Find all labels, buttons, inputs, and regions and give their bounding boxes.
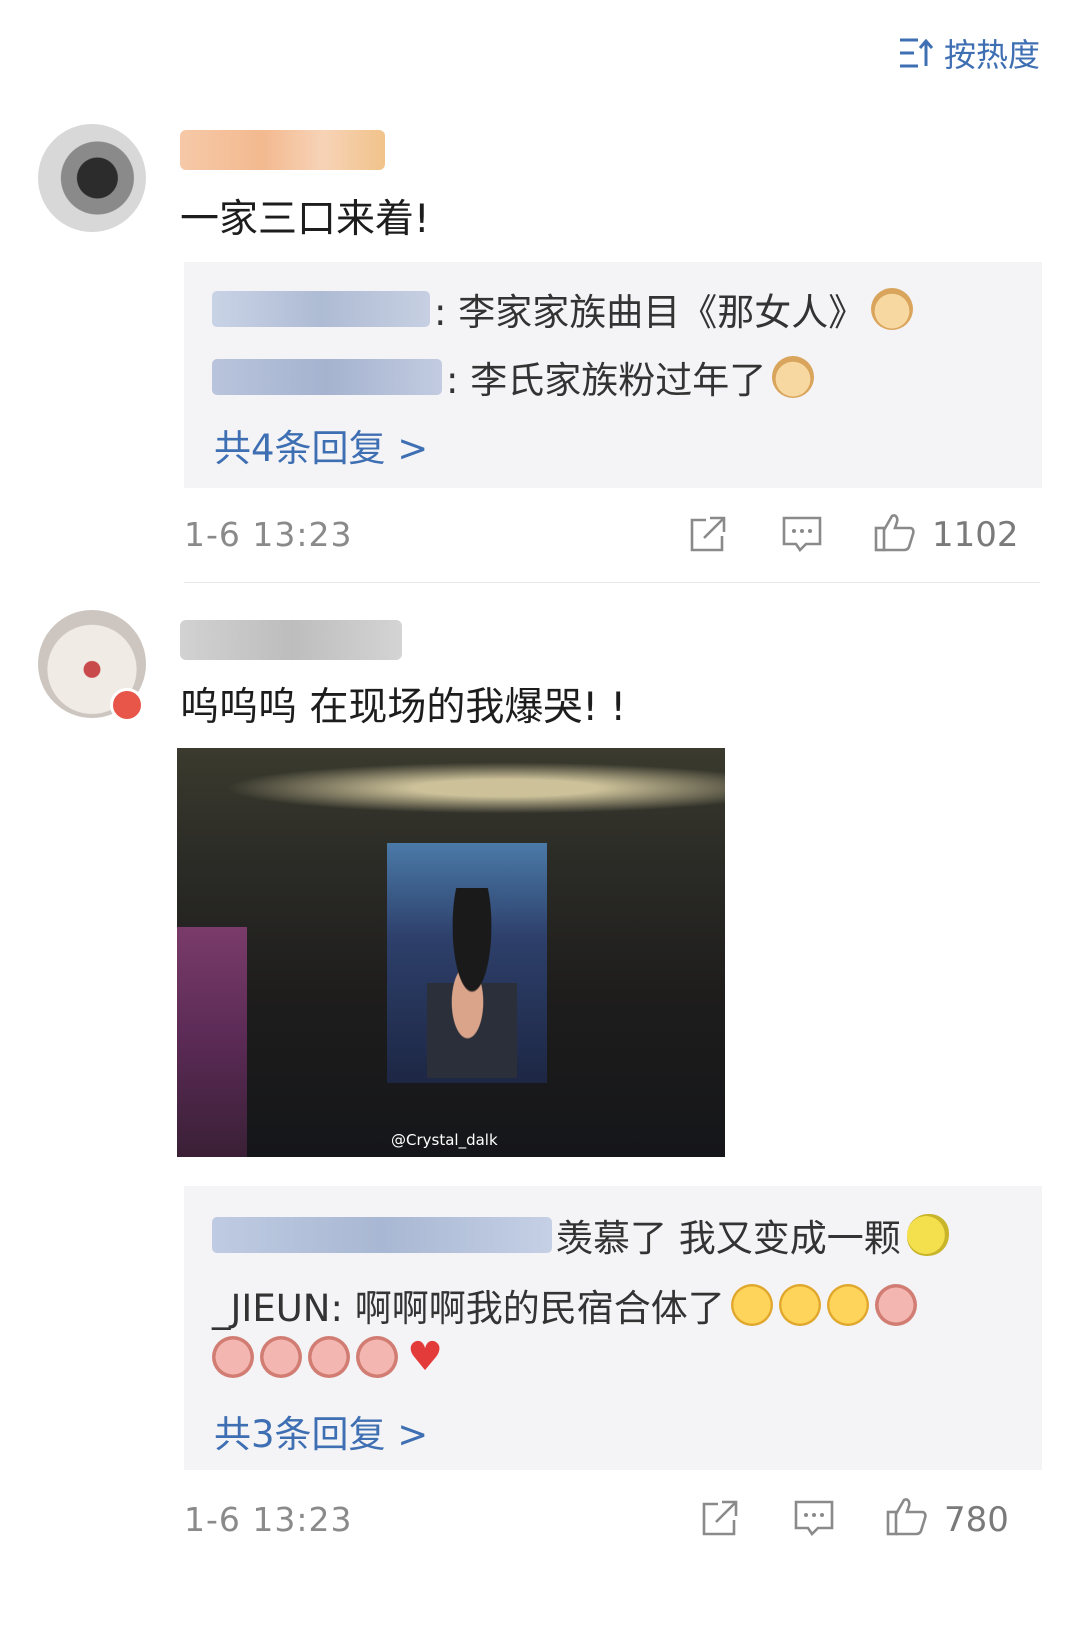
reply-text: : 李氏家族粉过年了 bbox=[446, 359, 767, 402]
pig-emoji-icon bbox=[874, 1284, 917, 1326]
comment-timestamp: 1-6 13:23 bbox=[184, 1500, 353, 1539]
comment-photo[interactable]: @Crystal_dalk bbox=[177, 748, 725, 1157]
reply-text: _JIEUN: 啊啊啊我的民宿合体了 bbox=[212, 1287, 725, 1330]
reply-username-blurred[interactable] bbox=[212, 1217, 552, 1253]
pig-emoji-icon bbox=[356, 1336, 398, 1378]
stage-side bbox=[177, 927, 247, 1157]
pig-emoji-icon bbox=[308, 1336, 350, 1378]
reply-item[interactable]: 羡慕了 我又变成一颗 bbox=[212, 1208, 949, 1262]
reply-item-continued: ♥ bbox=[206, 1336, 446, 1378]
pig-emoji-icon bbox=[212, 1336, 254, 1378]
reply-item[interactable]: _JIEUN: 啊啊啊我的民宿合体了 bbox=[212, 1278, 917, 1332]
username-blurred[interactable] bbox=[180, 130, 385, 170]
reply-preview-box[interactable]: 羡慕了 我又变成一颗 _JIEUN: 啊啊啊我的民宿合体了 ♥ 共3条回复 > bbox=[184, 1186, 1042, 1470]
sort-icon bbox=[899, 38, 934, 68]
reply-item[interactable]: : 李氏家族粉过年了 bbox=[212, 350, 815, 404]
view-more-replies-link[interactable]: 共4条回复 > bbox=[214, 418, 428, 472]
comment-timestamp: 1-6 13:23 bbox=[184, 515, 353, 554]
stage-light bbox=[177, 758, 725, 818]
comment-icon[interactable] bbox=[780, 512, 824, 560]
view-more-replies-link[interactable]: 共3条回复 > bbox=[214, 1404, 428, 1458]
reply-text: : 李家家族曲目《那女人》 bbox=[434, 291, 866, 334]
verified-badge-icon bbox=[110, 688, 144, 722]
image-watermark: @Crystal_dalk bbox=[391, 1131, 498, 1149]
doge-emoji-icon bbox=[772, 356, 815, 398]
sort-label: 按热度 bbox=[943, 36, 1040, 74]
reply-username-blurred[interactable] bbox=[212, 359, 442, 395]
reply-item[interactable]: : 李家家族曲目《那女人》 bbox=[212, 282, 914, 336]
comment-text: 呜呜呜 在现场的我爆哭! ! bbox=[180, 685, 627, 730]
like-icon[interactable] bbox=[872, 510, 916, 558]
crying-emoji-icon bbox=[826, 1284, 869, 1326]
doge-emoji-icon bbox=[871, 288, 914, 330]
divider bbox=[184, 582, 1040, 583]
comment-icon[interactable] bbox=[792, 1496, 836, 1544]
pig-emoji-icon bbox=[260, 1336, 302, 1378]
share-icon[interactable] bbox=[686, 512, 730, 560]
like-icon[interactable] bbox=[884, 1494, 928, 1542]
crying-emoji-icon bbox=[778, 1284, 821, 1326]
like-count: 1102 bbox=[932, 515, 1019, 555]
avatar[interactable] bbox=[38, 124, 146, 232]
heart-emoji-icon: ♥ bbox=[407, 1334, 443, 1380]
username-blurred[interactable] bbox=[180, 620, 402, 660]
like-count: 780 bbox=[944, 1500, 1009, 1540]
sort-by-heat-button[interactable]: 按热度 bbox=[898, 30, 1040, 76]
reply-preview-box[interactable]: : 李家家族曲目《那女人》 : 李氏家族粉过年了 共4条回复 > bbox=[184, 262, 1042, 488]
comment-text: 一家三口来着! bbox=[180, 197, 430, 242]
reply-text: 羡慕了 我又变成一颗 bbox=[556, 1217, 901, 1260]
crying-emoji-icon bbox=[730, 1284, 773, 1326]
lemon-emoji-icon bbox=[906, 1214, 949, 1256]
performers bbox=[427, 888, 517, 1078]
share-icon[interactable] bbox=[698, 1496, 742, 1544]
reply-username-blurred[interactable] bbox=[212, 291, 430, 327]
